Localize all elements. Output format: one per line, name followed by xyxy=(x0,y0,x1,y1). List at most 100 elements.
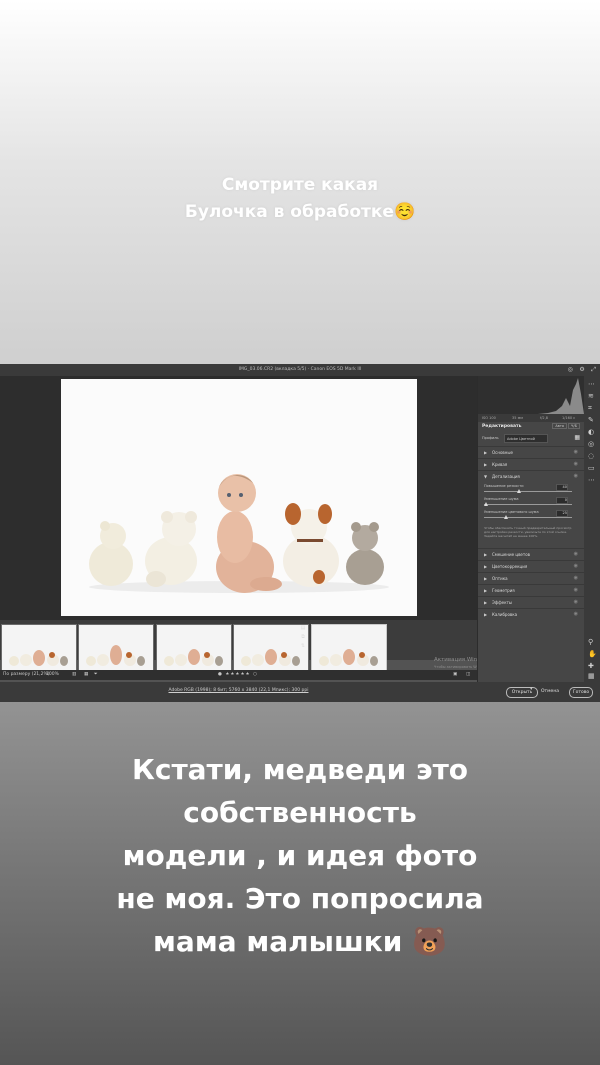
eye-icon[interactable]: ◉ xyxy=(574,587,578,593)
eye-icon[interactable]: ◉ xyxy=(574,461,578,467)
window-footer: Adobe RGB (1998); 8 бит; 5760 x 3840 (22… xyxy=(0,682,600,702)
iso-value: ISO 100 xyxy=(482,416,496,420)
gear-icon[interactable]: ⚙ xyxy=(579,366,584,373)
crop-icon[interactable]: ⌗ xyxy=(588,404,592,413)
focal-length: 35 мм xyxy=(512,416,523,420)
caption-bottom-line: мама малышки 🐻 xyxy=(153,925,447,958)
section-label: Основные xyxy=(492,450,514,455)
image-canvas xyxy=(0,376,477,632)
fullscreen-icon[interactable]: ⤢ xyxy=(591,366,596,373)
chevron-down-icon: ▼ xyxy=(484,474,488,479)
caption-top-line: Булочка в обработке☺️ xyxy=(184,202,416,222)
hand-icon[interactable]: ✋ xyxy=(588,650,597,658)
auto-button[interactable]: Авто xyxy=(552,423,568,429)
eye-icon[interactable]: ◉ xyxy=(574,449,578,455)
histogram xyxy=(478,376,584,414)
cancel-button[interactable]: Отмена xyxy=(541,687,559,696)
section-calibration[interactable]: ▶ Калибровка ◉ xyxy=(478,608,584,621)
section-label: Калибровка xyxy=(492,612,518,617)
slider-label: Уменьшение цветового шума xyxy=(484,510,539,514)
eye-icon[interactable]: ◉ xyxy=(574,563,578,569)
done-button[interactable]: Готово xyxy=(569,687,593,698)
sampler-icon[interactable]: ✚ xyxy=(588,662,594,670)
eye-icon[interactable]: ◉ xyxy=(574,599,578,605)
slider-knob[interactable] xyxy=(483,502,488,506)
rating-stars[interactable]: ● ★★★★★ ○ xyxy=(218,670,258,680)
copy-settings-icon[interactable]: ⧉ xyxy=(298,633,308,642)
slider-knob[interactable] xyxy=(504,515,508,519)
bw-button[interactable]: Ч/Б xyxy=(568,423,580,429)
chevron-down-icon[interactable]: ▾ xyxy=(530,686,533,692)
story-caption-bottom: Кстати, медведи это собственность модели… xyxy=(0,748,600,963)
slider-track[interactable] xyxy=(484,491,572,492)
more-options-icon[interactable]: ⋯ xyxy=(588,476,595,484)
red-eye-icon[interactable]: ◎ xyxy=(588,440,594,448)
more-icon[interactable]: ⋯ xyxy=(588,380,595,388)
eye-icon[interactable]: ◉ xyxy=(574,473,578,479)
compare-icon[interactable]: ▣ xyxy=(453,670,457,680)
slider-label: Повышение резкости xyxy=(484,484,524,488)
chevron-right-icon: ▶ xyxy=(484,564,488,569)
section-label: Кривая xyxy=(492,462,508,467)
eye-icon[interactable]: ◉ xyxy=(574,611,578,617)
slider-value[interactable]: 40 xyxy=(556,484,568,491)
overlay-icon[interactable]: ▦ xyxy=(588,672,595,680)
detail-controls: Повышение резкости 40 Уменьшение шума 0 … xyxy=(478,482,584,546)
slider-value[interactable]: 0 xyxy=(556,497,568,504)
profile-select[interactable]: Adobe Цветной xyxy=(504,434,548,443)
profile-browser-icon[interactable]: ▦ xyxy=(574,434,580,442)
status-bar: По размеру (21,2%) 100% ▥ ▦ ⏷ ● ★★★★★ ○ … xyxy=(0,670,477,680)
zoom-icon[interactable]: ⚲ xyxy=(588,638,593,646)
chevron-right-icon: ▶ xyxy=(484,552,488,557)
chevron-right-icon: ▶ xyxy=(484,462,488,467)
section-label: Детализация xyxy=(492,474,520,479)
sharpening-slider[interactable]: Повышение резкости 40 xyxy=(484,484,576,496)
zoom-value[interactable]: 100% xyxy=(46,670,59,680)
filmstrip: ▤ ⧉ ⇅ xyxy=(0,620,477,674)
eye-icon[interactable]: ◉ xyxy=(574,551,578,557)
slider-knob[interactable] xyxy=(517,489,522,493)
caption-top-line: Смотрите какая xyxy=(221,175,379,195)
snapshots-icon[interactable]: ▭ xyxy=(588,464,595,472)
chevron-right-icon: ▶ xyxy=(484,588,488,593)
slider-track[interactable] xyxy=(484,504,572,505)
before-after-icon[interactable]: ◫ xyxy=(466,670,470,680)
grid-view-icon[interactable]: ▦ xyxy=(84,670,88,680)
filmstrip-thumbnail[interactable] xyxy=(156,624,232,674)
section-label: Смешение цветов xyxy=(492,552,531,557)
presets-icon[interactable]: ◌ xyxy=(588,452,594,460)
filter-icon[interactable]: ⏷ xyxy=(94,670,98,680)
zoom-fit-select[interactable]: По размеру (21,2%) xyxy=(3,670,50,680)
mask-icon[interactable]: ◐ xyxy=(588,428,594,436)
sort-icon[interactable]: ⇅ xyxy=(298,642,308,651)
slider-label: Уменьшение шума xyxy=(484,497,519,501)
edit-heading: Редактировать xyxy=(482,424,522,429)
section-label: Эффекты xyxy=(492,600,512,605)
main-photo xyxy=(61,379,417,616)
menu-icon[interactable]: ▤ xyxy=(298,624,308,633)
filmstrip-thumbnail[interactable] xyxy=(78,624,154,674)
story-caption-top: Смотрите какая Булочка в обработке☺️ xyxy=(0,172,600,226)
caption-bottom-line: модели , и идея фото xyxy=(122,839,478,872)
window-titlebar: IMG_03.06.CR2 (вкладка 5/5) · Canon EOS … xyxy=(0,364,600,376)
filmstrip-thumbnail-selected[interactable] xyxy=(311,624,387,674)
section-label: Геометрия xyxy=(492,588,515,593)
brush-icon[interactable]: ✎ xyxy=(588,416,594,424)
workflow-options-link[interactable]: Adobe RGB (1998); 8 бит; 5760 x 3840 (22… xyxy=(0,688,477,693)
edit-mode-buttons: Авто Ч/Б xyxy=(551,423,580,429)
camera-icon[interactable]: ◎ xyxy=(568,366,573,373)
noise-reduction-slider[interactable]: Уменьшение шума 0 xyxy=(483,497,576,509)
open-button[interactable]: Открыть xyxy=(506,687,538,698)
section-label: Оптика xyxy=(492,576,508,581)
section-label: Цветокоррекция xyxy=(492,564,528,569)
caption-bottom-line: собственность xyxy=(183,796,417,829)
filmstrip-thumbnail[interactable] xyxy=(1,624,77,674)
chevron-right-icon: ▶ xyxy=(484,600,488,605)
eye-icon[interactable]: ◉ xyxy=(574,575,578,581)
color-noise-slider[interactable]: Уменьшение цветового шума 25 xyxy=(484,510,576,522)
slider-value[interactable]: 25 xyxy=(556,510,568,517)
slider-track[interactable] xyxy=(484,517,572,518)
edit-icon[interactable]: ≋ xyxy=(588,392,594,400)
detail-note: Чтобы обеспечить точный предварительный … xyxy=(484,526,572,538)
filmstrip-toggle-icon[interactable]: ▥ xyxy=(72,670,76,680)
